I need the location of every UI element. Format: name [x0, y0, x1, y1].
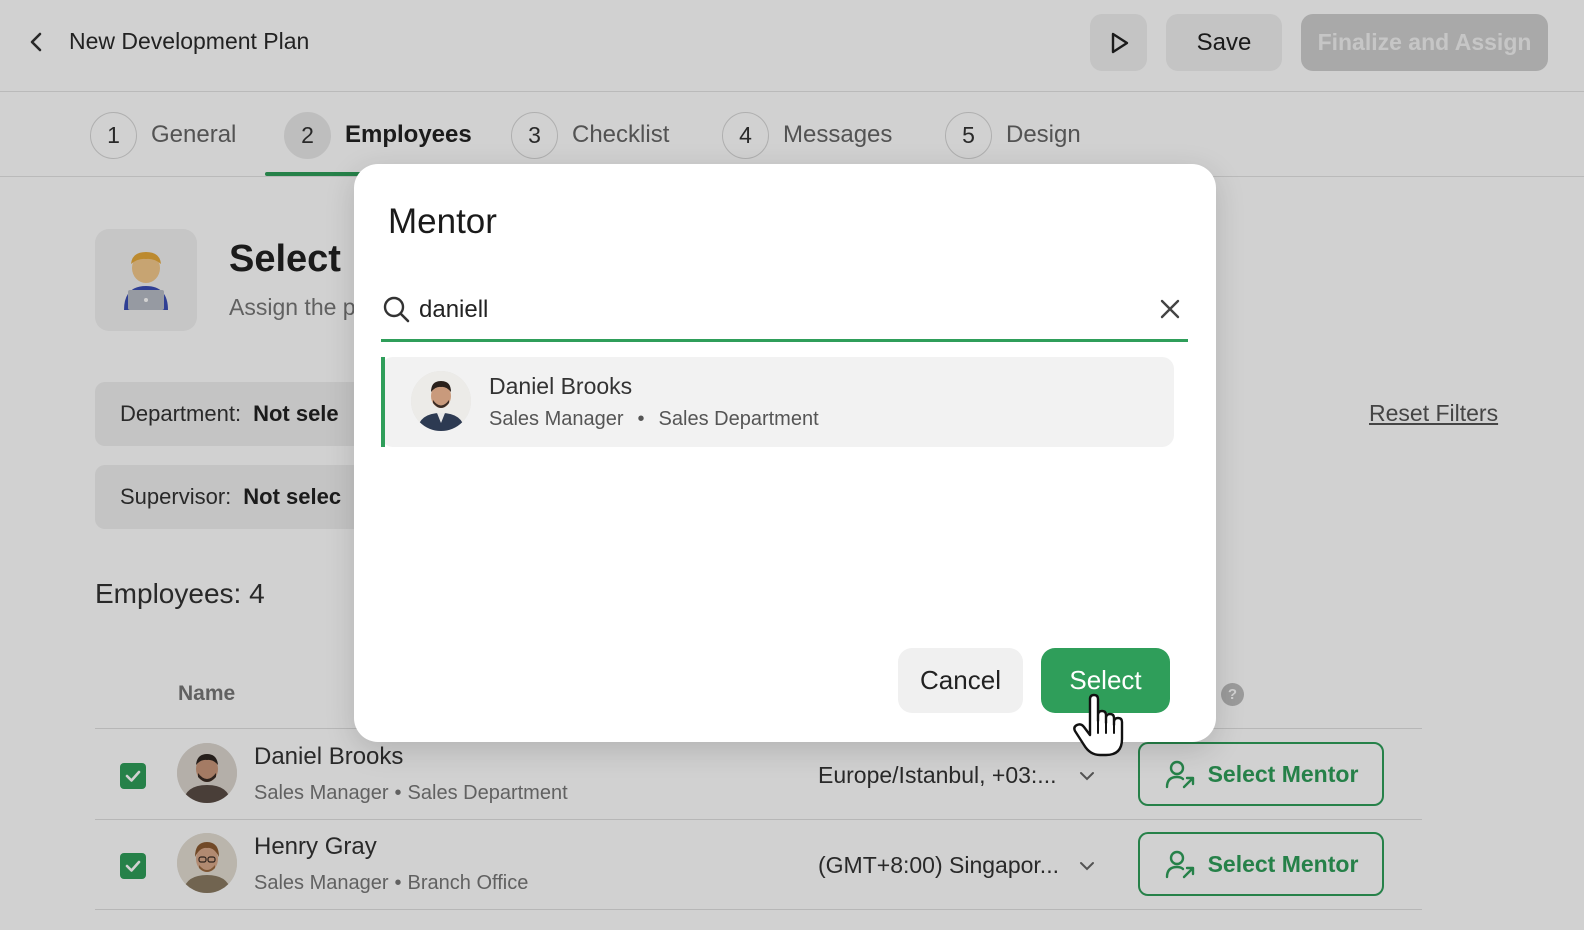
search-result-item[interactable]: Daniel Brooks Sales Manager • Sales Depart… [381, 357, 1174, 447]
selected-indicator [381, 357, 385, 447]
search-field [381, 282, 1188, 342]
cancel-button[interactable]: Cancel [898, 648, 1023, 713]
dialog-title: Mentor [388, 202, 497, 241]
result-role: Sales Manager [489, 408, 624, 430]
close-icon[interactable] [1157, 296, 1183, 322]
hand-cursor-icon [1073, 693, 1124, 757]
mentor-dialog: Mentor Daniel Brooks Sales Manager•Sales… [354, 164, 1216, 742]
search-icon [383, 296, 410, 323]
separator-dot: • [637, 408, 645, 430]
result-details: Sales Manager • Sales Department [489, 408, 819, 431]
result-name: Daniel Brooks [489, 373, 633, 399]
search-input[interactable] [419, 290, 1139, 330]
result-department: Sales Department [658, 408, 819, 430]
avatar [411, 371, 471, 431]
